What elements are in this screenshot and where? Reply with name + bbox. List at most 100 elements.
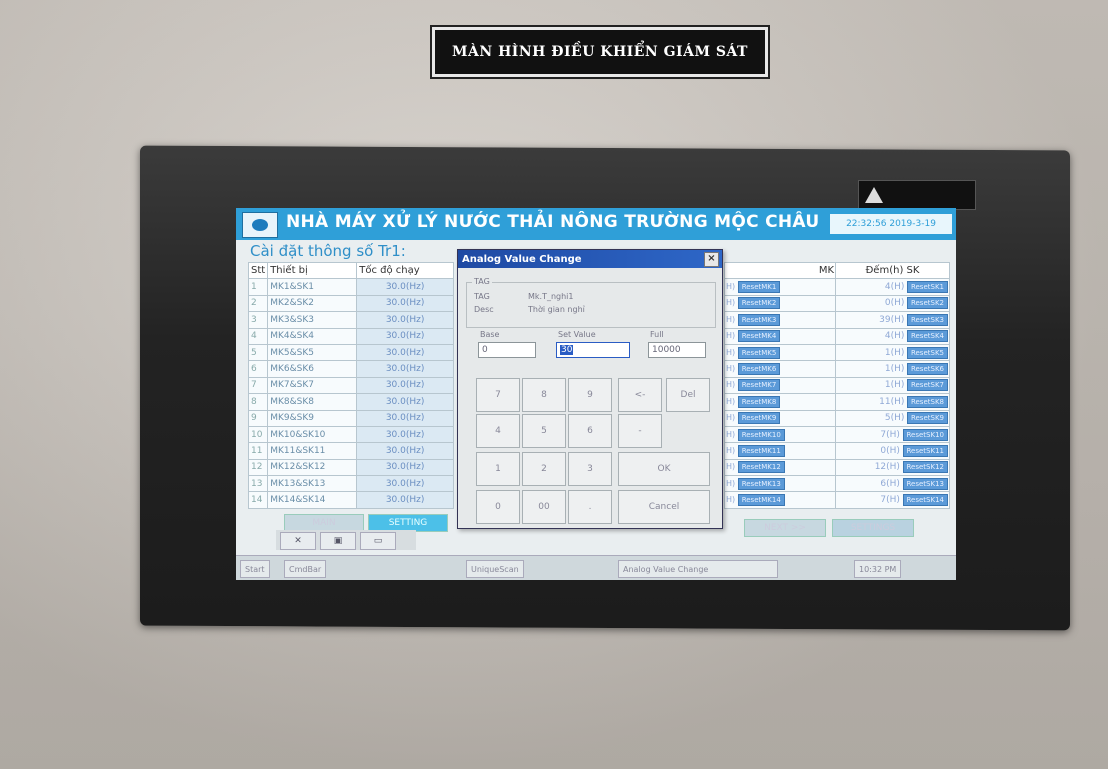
counter-table: MK Đếm(h) SK H) ResetMK1 4(H) ResetSK1 H) … [724, 261, 950, 509]
speed-input[interactable]: 30.0(Hz) [356, 491, 454, 509]
reset-sk-button[interactable]: ResetSK1 [906, 281, 948, 294]
speed-input[interactable]: 30.0(Hz) [356, 360, 454, 378]
taskbar-item-analog[interactable]: Analog Value Change [618, 560, 778, 578]
reset-mk-button[interactable]: ResetMK7 [737, 379, 781, 392]
speed-input[interactable]: 30.0(Hz) [356, 475, 454, 493]
key-7[interactable]: 7 [476, 378, 520, 412]
reset-sk-button[interactable]: ResetSK5 [906, 346, 948, 359]
reset-sk-button[interactable]: ResetSK2 [906, 297, 948, 310]
base-field: 0 [478, 342, 536, 358]
reset-mk-button[interactable]: ResetMK9 [737, 412, 781, 425]
set-value-input[interactable]: 30 [556, 342, 630, 358]
speed-input[interactable]: 30.0(Hz) [356, 376, 454, 395]
reset-mk-button[interactable]: ResetMK11 [737, 444, 785, 457]
reset-sk-button[interactable]: ResetSK3 [906, 313, 948, 326]
print-icon[interactable]: ▣ [320, 532, 356, 550]
screen-header: NHÀ MÁY XỬ LÝ NƯỚC THẢI NÔNG TRƯỜNG MỘC … [236, 208, 956, 240]
tag-label: TAG [474, 292, 490, 301]
col-stt: Stt [247, 261, 269, 280]
speed-input[interactable]: 30.0(Hz) [356, 327, 454, 345]
desc-value: Thời gian nghỉ [528, 305, 585, 314]
taskbar: Start CmdBar UniqueScan Analog Value Cha… [236, 555, 956, 580]
close-icon[interactable]: × [704, 252, 719, 267]
reset-mk-button[interactable]: ResetMK5 [737, 346, 781, 359]
start-button[interactable]: Start [240, 560, 270, 578]
reset-mk-button[interactable]: ResetMK2 [737, 297, 781, 310]
row-stt: 13 [247, 475, 269, 493]
key-backspace[interactable]: <- [618, 378, 662, 412]
speed-input[interactable]: 30.0(Hz) [356, 409, 454, 427]
table-row: 10 MK10&SK10 30.0(Hz) [247, 425, 454, 444]
reset-mk-button[interactable]: ResetMK3 [737, 313, 781, 326]
speed-input[interactable]: 30.0(Hz) [356, 393, 454, 411]
table-row: H) ResetMK9 5(H) ResetSK9 [724, 409, 950, 427]
reset-sk-button[interactable]: ResetSK7 [906, 379, 948, 392]
speed-input[interactable]: 30.0(Hz) [356, 343, 454, 362]
taskbar-item-scan[interactable]: UniqueScan [466, 560, 524, 578]
speed-input[interactable]: 30.0(Hz) [356, 294, 454, 313]
cancel-button[interactable]: Cancel [618, 490, 710, 524]
panel-plaque: MÀN HÌNH ĐIỀU KHIỂN GIÁM SÁT [432, 27, 768, 77]
table-row: H) ResetMK6 1(H) ResetSK6 [724, 360, 950, 378]
reset-mk-button[interactable]: ResetMK6 [737, 363, 781, 376]
sk-hours: 7(H) [880, 495, 900, 506]
col-device: Thiết bị [267, 261, 358, 280]
reset-sk-button[interactable]: ResetSK6 [906, 363, 948, 376]
sk-hours: 7(H) [880, 429, 900, 440]
reset-sk-button[interactable]: ResetSK14 [902, 494, 948, 507]
reset-mk-button[interactable]: ResetMK14 [737, 494, 785, 507]
reset-sk-button[interactable]: ResetSK13 [902, 477, 948, 490]
reset-mk-button[interactable]: ResetMK8 [737, 395, 781, 408]
speed-table: Stt Thiết bị Tốc độ chạy 1 MK1&SK1 30.0(Hz… [247, 261, 454, 509]
reset-mk-button[interactable]: ResetMK13 [737, 477, 785, 490]
reset-mk-button[interactable]: ResetMK4 [737, 330, 781, 343]
table-row: H) ResetMK3 39(H) ResetSK3 [724, 311, 950, 329]
reset-sk-button[interactable]: ResetSK9 [906, 412, 948, 425]
table-row: 6 MK6&SK6 30.0(Hz) [247, 360, 454, 378]
reset-mk-button[interactable]: ResetMK12 [737, 461, 785, 474]
settings-button[interactable]: SETTINGS [832, 519, 914, 537]
row-stt: 11 [247, 442, 269, 460]
key-00[interactable]: 00 [522, 490, 566, 524]
sk-hours: 1(H) [884, 364, 905, 375]
key-5[interactable]: 5 [522, 414, 566, 448]
ok-button[interactable]: OK [618, 452, 710, 486]
sk-hours: 0(H) [884, 298, 905, 309]
key-0[interactable]: 0 [476, 490, 520, 524]
speed-input[interactable]: 30.0(Hz) [356, 458, 454, 477]
key-2[interactable]: 2 [522, 452, 566, 486]
key-9[interactable]: 9 [568, 378, 612, 412]
reset-sk-button[interactable]: ResetSK11 [902, 444, 948, 457]
reset-sk-button[interactable]: ResetSK4 [906, 330, 948, 343]
full-label: Full [650, 330, 664, 339]
table-row: H) ResetMK14 7(H) ResetSK14 [724, 491, 950, 509]
speed-input[interactable]: 30.0(Hz) [356, 442, 454, 460]
table-row: 11 MK11&SK11 30.0(Hz) [247, 442, 454, 460]
speed-input[interactable]: 30.0(Hz) [356, 278, 454, 296]
keyboard-icon[interactable]: ▭ [360, 532, 396, 550]
speed-input[interactable]: 30.0(Hz) [356, 311, 454, 329]
key-6[interactable]: 6 [568, 414, 612, 448]
speed-input[interactable]: 30.0(Hz) [356, 425, 454, 444]
key-1[interactable]: 1 [476, 452, 520, 486]
reset-sk-button[interactable]: ResetSK12 [902, 461, 948, 474]
row-device: MK6&SK6 [267, 360, 358, 378]
reset-sk-button[interactable]: ResetSK10 [902, 428, 948, 441]
table-row: H) ResetMK10 7(H) ResetSK10 [724, 425, 950, 444]
key-4[interactable]: 4 [476, 414, 520, 448]
key-delete[interactable]: Del [666, 378, 710, 412]
key-minus[interactable]: - [618, 414, 662, 448]
key-dot[interactable]: . [568, 490, 612, 524]
row-stt: 12 [247, 458, 269, 477]
mk-hours: H) [726, 380, 736, 390]
table-row: 14 MK14&SK14 30.0(Hz) [247, 491, 454, 509]
next-button[interactable]: NEXT >> [744, 519, 826, 537]
key-8[interactable]: 8 [522, 378, 566, 412]
table-row: H) ResetMK5 1(H) ResetSK5 [724, 343, 950, 362]
reset-sk-button[interactable]: ResetSK8 [906, 395, 948, 408]
reset-mk-button[interactable]: ResetMK1 [737, 281, 781, 294]
taskbar-item-cmdbar[interactable]: CmdBar [284, 560, 327, 578]
close-tool-icon[interactable]: ✕ [280, 532, 316, 550]
reset-mk-button[interactable]: ResetMK10 [737, 428, 785, 441]
key-3[interactable]: 3 [568, 452, 612, 486]
